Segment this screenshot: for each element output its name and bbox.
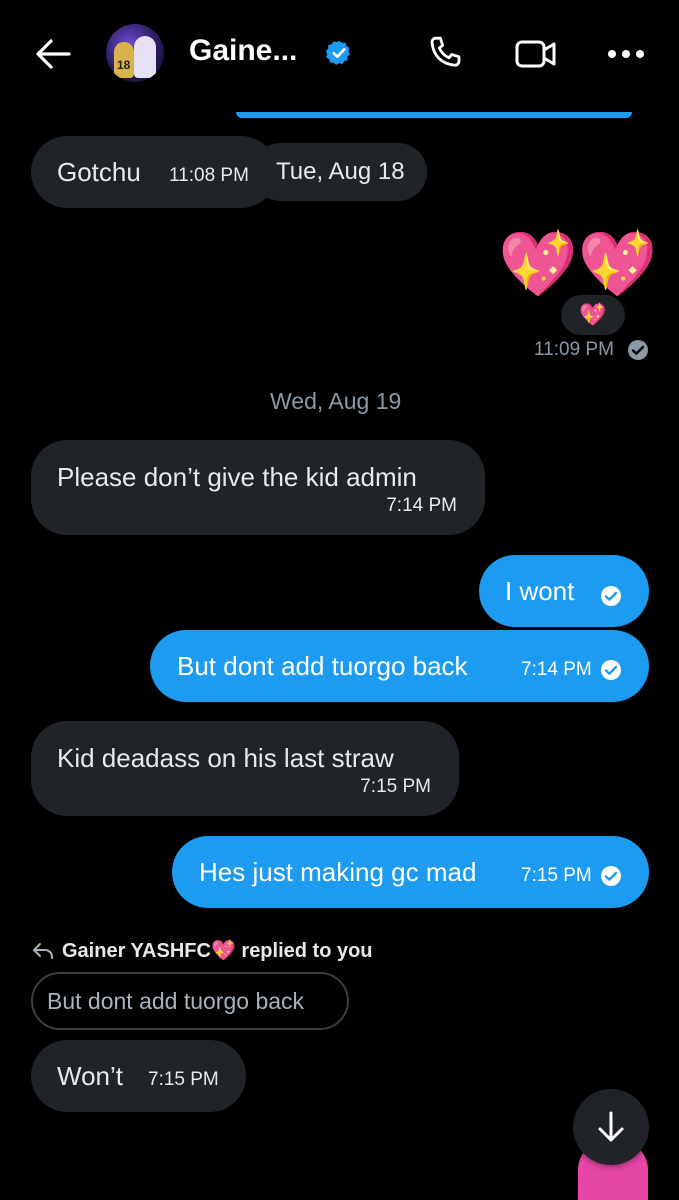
message-received[interactable]: Please don’t give the kid admin 7:14 PM: [31, 440, 485, 535]
message-received[interactable]: Kid deadass on his last straw 7:15 PM: [31, 721, 459, 816]
partial-sent-bubble: [236, 112, 632, 118]
message-text: Won’t: [57, 1061, 123, 1091]
reaction-emoji: 💖: [579, 302, 607, 327]
more-horizontal-icon: [608, 50, 644, 58]
message-time: 11:09 PM: [534, 339, 614, 360]
message-received[interactable]: Won’t 7:15 PM: [31, 1040, 246, 1112]
avatar[interactable]: 18: [106, 24, 164, 82]
reaction-chip[interactable]: 💖: [561, 295, 625, 335]
message-received[interactable]: Gotchu 11:08 PM: [31, 136, 277, 208]
message-time: 11:08 PM: [169, 165, 249, 186]
date-separator: Wed, Aug 19: [270, 388, 402, 414]
chat-header: 18 Gaine...: [0, 0, 679, 108]
arrow-down-icon: [598, 1111, 624, 1142]
more-button[interactable]: [602, 34, 650, 74]
message-sent[interactable]: Hes just making gc mad 7:15 PM: [172, 836, 649, 908]
message-text: Gotchu: [57, 157, 141, 187]
seen-check-icon: [601, 586, 621, 606]
date-label: Tue, Aug 18: [276, 158, 405, 185]
message-time: 7:14 PM: [386, 495, 457, 516]
arrow-left-icon: [36, 39, 71, 69]
conversation-title[interactable]: Gaine...: [189, 34, 297, 68]
message-text: Kid deadass on his last straw: [57, 743, 394, 773]
message-sent[interactable]: I wont: [479, 555, 649, 627]
message-time: 7:15 PM: [360, 776, 431, 797]
video-camera-icon: [515, 40, 556, 68]
message-sent[interactable]: But dont add tuorgo back 7:14 PM: [150, 630, 649, 702]
message-text: Hes just making gc mad: [199, 857, 477, 887]
reply-context: Gainer YASHFC💖 replied to you: [32, 938, 373, 963]
message-time: 7:15 PM: [521, 865, 592, 886]
phone-icon: [430, 36, 461, 67]
seen-check-icon: [628, 340, 648, 360]
call-button[interactable]: [420, 30, 470, 78]
video-call-button[interactable]: [510, 30, 562, 78]
quoted-message[interactable]: But dont add tuorgo back: [31, 972, 349, 1030]
seen-check-icon: [601, 866, 621, 886]
back-button[interactable]: [30, 32, 76, 76]
reply-arrow-icon: [33, 942, 53, 959]
seen-check-icon: [601, 660, 621, 680]
message-text: But dont add tuorgo back: [177, 651, 468, 681]
emoji-message[interactable]: 💖💖: [498, 222, 657, 306]
message-time: 7:14 PM: [521, 659, 592, 680]
verified-badge-icon: [325, 40, 350, 65]
reply-context-text: Gainer YASHFC💖 replied to you: [62, 940, 373, 962]
message-text: I wont: [505, 576, 575, 606]
message-text: Please don’t give the kid admin: [57, 462, 417, 492]
message-time: 7:15 PM: [148, 1069, 219, 1090]
date-chip: Tue, Aug 18: [252, 143, 427, 201]
scroll-to-bottom-button[interactable]: [573, 1089, 649, 1165]
